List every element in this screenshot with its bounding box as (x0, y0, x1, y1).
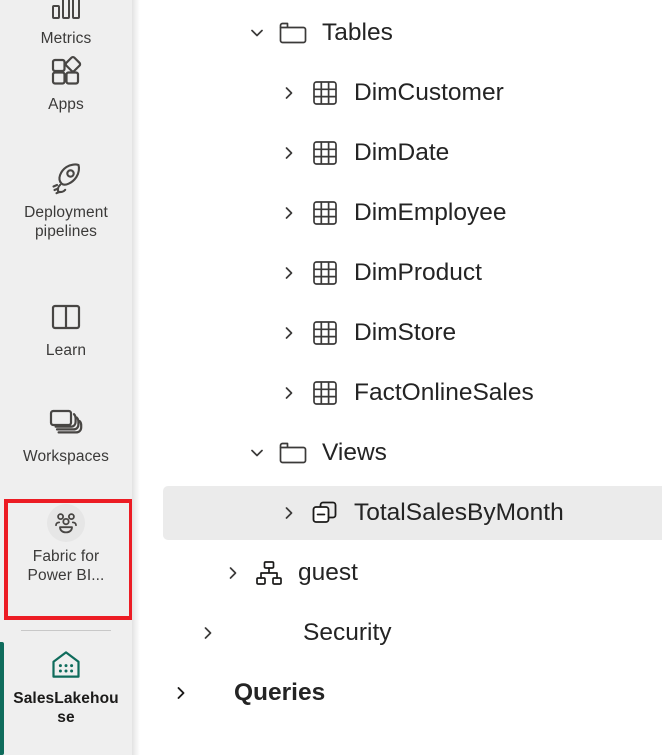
metrics-icon (47, 0, 85, 24)
nav-item-label: SalesLakehouse (13, 690, 119, 726)
nav-divider (21, 630, 111, 631)
view-icon (308, 498, 342, 528)
chevron-right-icon[interactable] (276, 380, 302, 406)
workspaces-icon (47, 404, 85, 442)
chevron-down-icon[interactable] (244, 440, 270, 466)
table-icon (308, 198, 342, 228)
tree-node-label: Security (303, 619, 392, 646)
table-icon (308, 258, 342, 288)
tree-node-label: Queries (234, 679, 326, 706)
tree-node-label: DimStore (354, 319, 457, 346)
nav-item-label: Metrics (40, 30, 92, 47)
tree-row[interactable]: Queries (140, 666, 662, 720)
chevron-down-icon[interactable] (244, 20, 270, 46)
chevron-right-icon[interactable] (276, 140, 302, 166)
tree-node-label: guest (298, 559, 358, 586)
nav-item-learn[interactable]: Learn (4, 298, 128, 360)
nav-item-label: Apps (48, 96, 84, 113)
lakehouse-explorer-screen: Metrics Apps Deployment pipelines Learn … (0, 0, 662, 755)
chevron-right-icon[interactable] (276, 260, 302, 286)
book-icon (47, 298, 85, 336)
tree-row[interactable]: Security (140, 606, 662, 660)
nav-item-label: Fabric for Power BI... (27, 548, 105, 584)
tree-row[interactable]: DimStore (140, 306, 662, 360)
nav-item-deployment-pipelines[interactable]: Deployment pipelines (4, 160, 128, 241)
nav-item-workspaces[interactable]: Workspaces (4, 404, 128, 466)
chevron-right-icon[interactable] (276, 320, 302, 346)
rocket-icon (47, 160, 85, 198)
tree-node-label: Tables (322, 19, 393, 46)
nav-item-apps[interactable]: Apps (4, 52, 128, 114)
chevron-right-icon[interactable] (220, 560, 246, 586)
nav-item-metrics[interactable]: Metrics (4, 0, 128, 48)
tree-node-label: FactOnlineSales (354, 379, 534, 406)
nav-item-label: Workspaces (23, 448, 109, 465)
nav-item-saleslakehouse[interactable]: SalesLakehouse (4, 646, 128, 727)
nav-rail-edge (132, 0, 140, 755)
left-nav-rail: Metrics Apps Deployment pipelines Learn … (0, 0, 132, 755)
tree-node-label: DimCustomer (354, 79, 504, 106)
table-icon (308, 318, 342, 348)
tree-row[interactable]: DimDate (140, 126, 662, 180)
table-icon (308, 138, 342, 168)
tree-node-label: Views (322, 439, 387, 466)
nav-item-fabric-for-power-bi[interactable]: Fabric for Power BI... (4, 504, 128, 585)
tree-node-label: DimDate (354, 139, 450, 166)
chevron-right-icon[interactable] (276, 200, 302, 226)
chevron-right-icon[interactable] (195, 620, 221, 646)
chevron-right-icon[interactable] (168, 680, 194, 706)
apps-icon (47, 52, 85, 90)
people-group-icon (47, 504, 85, 542)
lakehouse-icon (47, 646, 85, 684)
tree-row[interactable]: Views (140, 426, 662, 480)
tree-node-label: DimEmployee (354, 199, 507, 226)
tree-row[interactable]: DimEmployee (140, 186, 662, 240)
tree-row[interactable]: FactOnlineSales (140, 366, 662, 420)
tree-row[interactable]: guest (140, 546, 662, 600)
tree-row[interactable]: DimProduct (140, 246, 662, 300)
object-explorer-tree: Tables DimCustomer DimDate DimEmployee D… (140, 0, 662, 755)
avatar (47, 504, 85, 542)
schema-icon (252, 558, 286, 588)
chevron-right-icon[interactable] (276, 80, 302, 106)
table-icon (308, 378, 342, 408)
chevron-right-icon[interactable] (276, 500, 302, 526)
tree-node-label: DimProduct (354, 259, 482, 286)
nav-item-label: Deployment pipelines (24, 204, 108, 240)
nav-item-label: Learn (45, 342, 87, 359)
tree-row[interactable]: DimCustomer (140, 66, 662, 120)
folder-icon (276, 438, 310, 468)
folder-icon (276, 18, 310, 48)
tree-node-label: TotalSalesByMonth (354, 499, 564, 526)
table-icon (308, 78, 342, 108)
tree-row[interactable]: Tables (140, 6, 662, 60)
tree-row[interactable]: TotalSalesByMonth (163, 486, 662, 540)
